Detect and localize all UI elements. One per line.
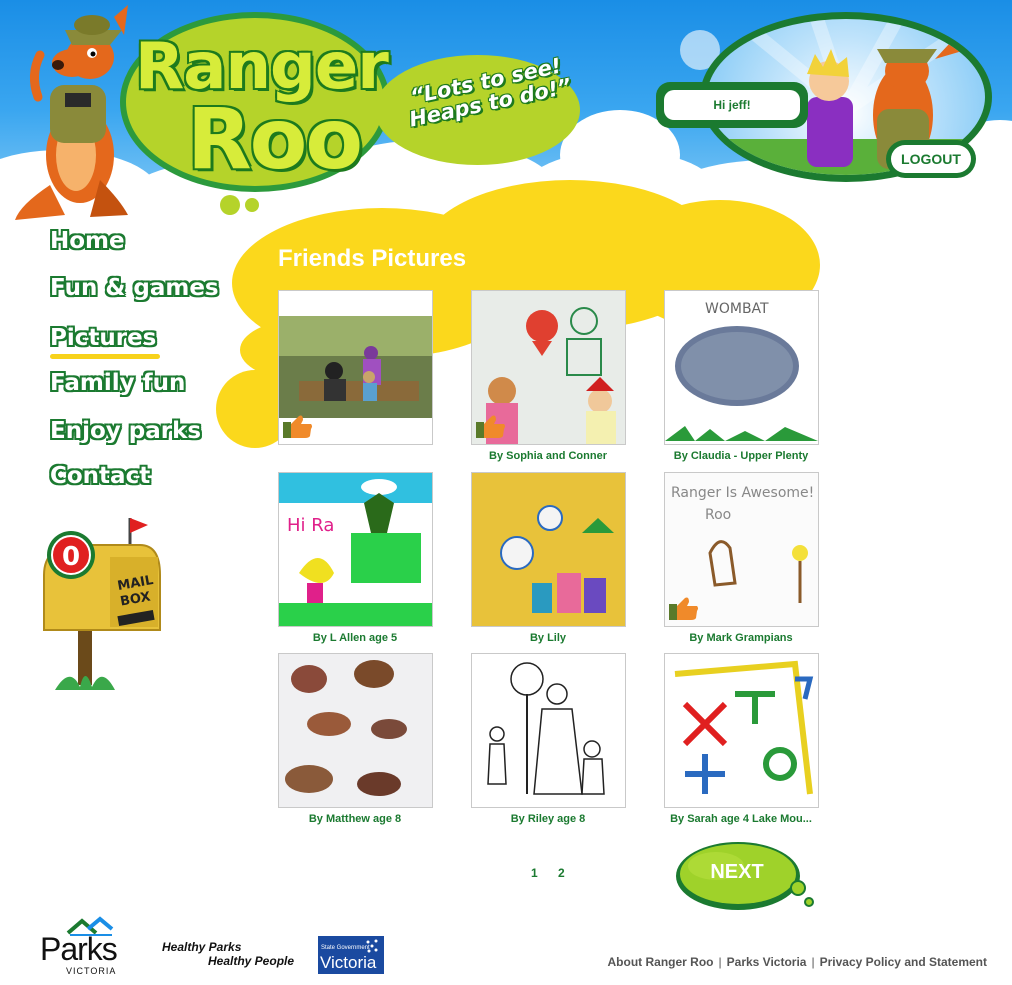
footer-link-about[interactable]: About Ranger Roo <box>608 955 714 969</box>
svg-text:WOMBAT: WOMBAT <box>705 301 769 317</box>
picture-thumbnail[interactable]: Ranger Is Awesome! Roo <box>664 472 819 627</box>
footer-link-privacy[interactable]: Privacy Policy and Statement <box>820 955 987 969</box>
nav-contact[interactable]: Contact <box>50 463 150 489</box>
picture-caption[interactable]: By Riley age 8 <box>463 813 633 825</box>
nav-fun-and-games[interactable]: Fun & games <box>50 275 219 301</box>
logout-label: LOGOUT <box>891 145 971 173</box>
picture-caption[interactable]: By Matthew age 8 <box>270 813 440 825</box>
nav-enjoy-parks[interactable]: Enjoy parks <box>50 418 201 444</box>
picture-thumbnail[interactable] <box>471 472 626 627</box>
footer-link-parks-victoria[interactable]: Parks Victoria <box>727 955 807 969</box>
logo-line2: Roo <box>187 90 363 188</box>
picture-thumbnail[interactable] <box>664 653 819 808</box>
mailbox-icon: MAIL BOX 0 <box>43 518 161 690</box>
healthy-parks-line2: Healthy People <box>208 954 295 968</box>
picture-thumbnail[interactable] <box>278 290 433 445</box>
southern-cross-icon <box>366 939 378 953</box>
nav-family-fun[interactable]: Family fun <box>50 370 185 396</box>
like-thumbs-up-icon[interactable] <box>283 414 313 438</box>
picture-thumbnail[interactable] <box>471 653 626 808</box>
healthy-parks-line1: Healthy Parks <box>162 940 242 954</box>
svg-text:Roo: Roo <box>705 507 731 523</box>
ranger-roo-mascot-icon <box>15 5 128 220</box>
next-button[interactable]: NEXT <box>676 840 816 915</box>
mailbox-button[interactable]: MAIL BOX 0 <box>40 515 170 700</box>
svg-text:Hi Ra: Hi Ra <box>287 515 334 536</box>
picture-caption[interactable]: By Claudia - Upper Plenty <box>656 450 826 462</box>
svg-text:Ranger Is Awesome!: Ranger Is Awesome! <box>671 485 814 501</box>
healthy-parks-logo[interactable]: Healthy Parks Healthy People <box>162 940 302 970</box>
picture-caption[interactable]: By L Allen age 5 <box>270 632 440 644</box>
gov-logo-line1: State Government <box>321 945 370 951</box>
picture-caption[interactable]: By Lily <box>463 632 633 644</box>
parks-victoria-logo[interactable]: Parks VICTORIA <box>40 915 140 977</box>
picture-thumbnail[interactable] <box>471 290 626 445</box>
like-thumbs-up-icon[interactable] <box>669 596 699 620</box>
gov-logo-line2: Victoria <box>320 953 377 972</box>
page-title: Friends Pictures <box>278 245 467 272</box>
picture-caption[interactable]: By Sarah age 4 Lake Mou... <box>656 813 826 825</box>
page-link-2[interactable]: 2 <box>558 866 565 880</box>
picture-caption[interactable]: By Mark Grampians <box>656 632 826 644</box>
next-label: NEXT <box>710 860 764 883</box>
victoria-government-logo[interactable]: State Government Victoria <box>318 936 384 974</box>
parks-logo-subtext: VICTORIA <box>66 966 117 976</box>
logout-button[interactable]: LOGOUT <box>886 140 976 178</box>
nav-pictures[interactable]: Pictures <box>50 325 161 359</box>
greeting-box: Hi jeff! <box>656 82 808 128</box>
footer-links: About Ranger Roo | Parks Victoria | Privacy … <box>607 955 987 969</box>
page-link-1[interactable]: 1 <box>531 866 538 880</box>
like-thumbs-up-icon[interactable] <box>476 414 506 438</box>
mailbox-count: 0 <box>62 542 80 572</box>
picture-thumbnail[interactable]: WOMBAT <box>664 290 819 445</box>
nav-home[interactable]: Home <box>50 228 125 254</box>
parks-logo-text: Parks <box>40 931 118 967</box>
greeting-text: Hi jeff! <box>664 90 800 120</box>
picture-thumbnail[interactable] <box>278 653 433 808</box>
picture-thumbnail[interactable]: Hi Ra <box>278 472 433 627</box>
picture-caption[interactable]: By Sophia and Conner <box>463 450 633 462</box>
